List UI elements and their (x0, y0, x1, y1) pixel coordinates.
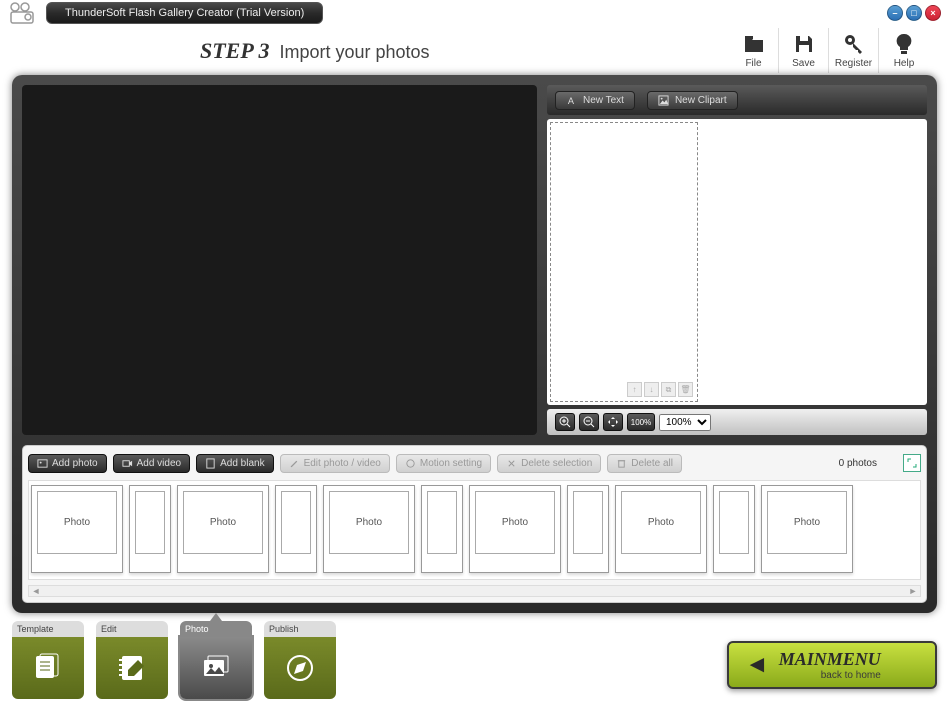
new-text-button[interactable]: A New Text (555, 91, 635, 110)
photo-list[interactable]: Photo Photo Photo Photo Photo Photo (28, 480, 921, 580)
maximize-button[interactable]: □ (906, 5, 922, 21)
photo-placeholder[interactable]: Photo (469, 485, 561, 573)
text-panel: ↑ ↓ ⧉ 🗑 (547, 119, 927, 405)
text-icon: A (566, 95, 577, 106)
step-heading: STEP 3 Import your photos (200, 38, 430, 64)
save-icon (792, 32, 816, 56)
nav-tab-edit[interactable]: Edit (96, 621, 168, 699)
photos-icon (198, 650, 234, 686)
zoom-select[interactable]: 100% (659, 414, 711, 431)
help-button[interactable]: Help (879, 28, 929, 73)
edit-icon (289, 458, 300, 469)
nav-tab-template[interactable]: Template (12, 621, 84, 699)
photo-placeholder[interactable] (275, 485, 317, 573)
clipart-icon (658, 95, 669, 106)
add-photo-button[interactable]: Add photo (28, 454, 107, 473)
photo-shelf: Add photo Add video Add blank Edit photo… (22, 445, 927, 603)
photo-placeholder[interactable]: Photo (615, 485, 707, 573)
file-button[interactable]: File (729, 28, 779, 73)
blank-icon (205, 458, 216, 469)
lightbulb-icon (892, 32, 916, 56)
photo-count: 0 photos (839, 458, 877, 469)
move-up-icon: ↑ (627, 382, 642, 397)
publish-icon (282, 650, 318, 686)
zoom-toolbar: 100% 100% (547, 409, 927, 435)
zoom-out-icon (583, 416, 595, 428)
scroll-right-icon[interactable]: ► (906, 586, 920, 596)
app-title: ThunderSoft Flash Gallery Creator (Trial… (46, 2, 323, 24)
fullscreen-button[interactable] (903, 454, 921, 472)
save-button[interactable]: Save (779, 28, 829, 73)
move-icon (607, 416, 619, 428)
template-icon (30, 650, 66, 686)
photo-placeholder[interactable] (567, 485, 609, 573)
key-icon (842, 32, 866, 56)
content-panel: A New Text New Clipart ↑ ↓ ⧉ 🗑 (12, 75, 937, 613)
photo-scrollbar[interactable]: ◄ ► (28, 585, 921, 597)
step-number: STEP 3 (200, 38, 269, 64)
preview-canvas[interactable] (22, 85, 537, 435)
zoom-in-icon (559, 416, 571, 428)
add-video-button[interactable]: Add video (113, 454, 190, 473)
delete-selection-button[interactable]: Delete selection (497, 454, 601, 473)
svg-text:A: A (568, 96, 575, 106)
title-bar: ThunderSoft Flash Gallery Creator (Trial… (0, 0, 949, 27)
delete-all-icon (616, 458, 627, 469)
motion-icon (405, 458, 416, 469)
scroll-left-icon[interactable]: ◄ (29, 586, 43, 596)
mainmenu-button[interactable]: ◄ MAINMENU back to home (727, 641, 937, 689)
photo-placeholder[interactable]: Photo (323, 485, 415, 573)
photo-placeholder[interactable]: Photo (177, 485, 269, 573)
register-button[interactable]: Register (829, 28, 879, 73)
copy-icon: ⧉ (661, 382, 676, 397)
app-logo-icon (8, 1, 36, 25)
pan-button[interactable] (603, 413, 623, 431)
delete-icon (506, 458, 517, 469)
expand-icon (907, 458, 917, 468)
nav-tab-publish[interactable]: Publish (264, 621, 336, 699)
zoom-in-button[interactable] (555, 413, 575, 431)
nav-tab-photo[interactable]: Photo (180, 621, 252, 699)
zoom-100-button[interactable]: 100% (627, 413, 655, 431)
new-clipart-button[interactable]: New Clipart (647, 91, 738, 110)
video-icon (122, 458, 133, 469)
add-blank-button[interactable]: Add blank (196, 454, 273, 473)
text-list[interactable]: ↑ ↓ ⧉ 🗑 (550, 122, 698, 402)
text-preview (701, 119, 927, 405)
delete-all-button[interactable]: Delete all (607, 454, 682, 473)
photo-placeholder[interactable]: Photo (31, 485, 123, 573)
bottom-nav: Template Edit Photo Publish ◄ MAINMENU b… (12, 621, 937, 699)
photo-placeholder[interactable] (421, 485, 463, 573)
arrow-left-icon: ◄ (745, 651, 769, 679)
step-label: Import your photos (279, 42, 429, 63)
motion-setting-button[interactable]: Motion setting (396, 454, 491, 473)
edit-photo-button[interactable]: Edit photo / video (280, 454, 390, 473)
notebook-icon (114, 650, 150, 686)
zoom-out-button[interactable] (579, 413, 599, 431)
photo-placeholder[interactable] (713, 485, 755, 573)
trash-icon: 🗑 (678, 382, 693, 397)
close-button[interactable]: × (925, 5, 941, 21)
photo-placeholder[interactable]: Photo (761, 485, 853, 573)
photo-placeholder[interactable] (129, 485, 171, 573)
photo-icon (37, 458, 48, 469)
minimize-button[interactable]: – (887, 5, 903, 21)
move-down-icon: ↓ (644, 382, 659, 397)
folder-icon (742, 32, 766, 56)
